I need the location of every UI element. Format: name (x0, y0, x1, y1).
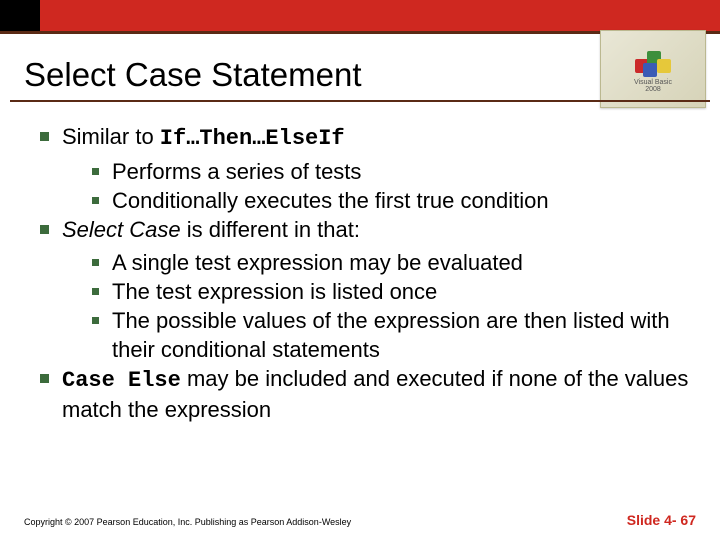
header-bar (0, 0, 720, 34)
title-rule (10, 100, 710, 102)
bullet-1b: Conditionally executes the first true co… (36, 186, 700, 215)
bullet-2b: The test expression is listed once (36, 277, 700, 306)
logo-text-2: 2008 (645, 86, 661, 93)
book-cover-thumbnail: Visual Basic 2008 (600, 30, 706, 108)
bullet-1-code: If…Then…ElseIf (160, 126, 345, 151)
bullet-2-text: is different in that: (181, 217, 360, 242)
bullet-3-code: Case Else (62, 368, 181, 393)
slide-title: Select Case Statement (24, 56, 362, 94)
bullet-2a: A single test expression may be evaluate… (36, 248, 700, 277)
slide-body: Similar to If…Then…ElseIf Performs a ser… (36, 122, 700, 428)
bullet-2c: The possible values of the expression ar… (36, 306, 700, 364)
copyright-text: Copyright © 2007 Pearson Education, Inc.… (24, 517, 351, 527)
bullet-2: Select Case is different in that: (36, 215, 700, 244)
bullet-2-ital: Select Case (62, 217, 181, 242)
logo-text-1: Visual Basic (634, 79, 672, 86)
bullet-1: Similar to If…Then…ElseIf (36, 122, 700, 153)
bullet-3: Case Else may be included and executed i… (36, 364, 700, 424)
blocks-icon (633, 45, 673, 75)
footer: Copyright © 2007 Pearson Education, Inc.… (24, 512, 696, 528)
slide-number: Slide 4- 67 (627, 512, 696, 528)
bullet-1-text: Similar to (62, 124, 160, 149)
bullet-1a: Performs a series of tests (36, 157, 700, 186)
